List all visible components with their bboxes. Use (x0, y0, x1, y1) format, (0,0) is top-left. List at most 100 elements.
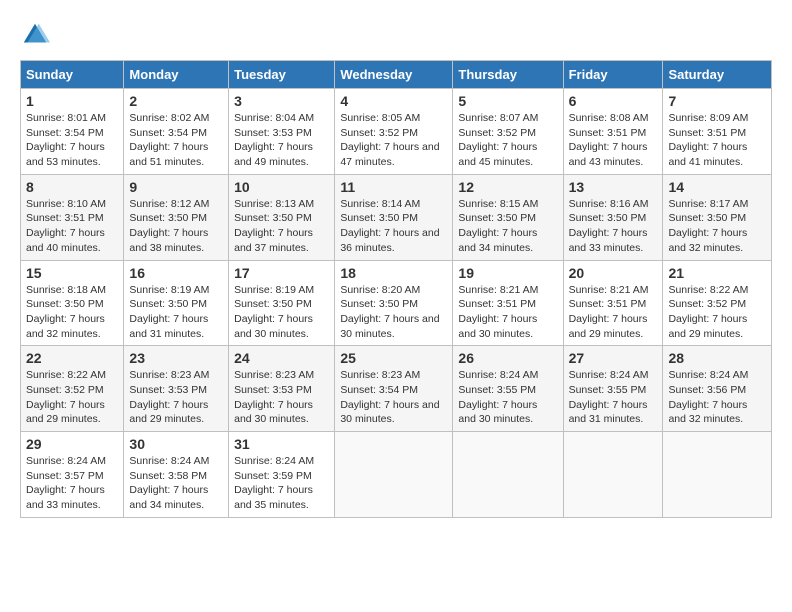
day-number: 25 (340, 350, 447, 366)
day-info: Sunrise: 8:24 AMSunset: 3:57 PMDaylight:… (26, 455, 106, 511)
calendar-cell: 1 Sunrise: 8:01 AMSunset: 3:54 PMDayligh… (21, 89, 124, 175)
calendar-cell: 24 Sunrise: 8:23 AMSunset: 3:53 PMDaylig… (229, 346, 335, 432)
calendar-cell: 6 Sunrise: 8:08 AMSunset: 3:51 PMDayligh… (563, 89, 663, 175)
day-number: 12 (458, 179, 557, 195)
day-number: 28 (668, 350, 766, 366)
day-info: Sunrise: 8:09 AMSunset: 3:51 PMDaylight:… (668, 112, 748, 168)
calendar-cell: 21 Sunrise: 8:22 AMSunset: 3:52 PMDaylig… (663, 260, 772, 346)
day-number: 22 (26, 350, 118, 366)
calendar-cell: 18 Sunrise: 8:20 AMSunset: 3:50 PMDaylig… (335, 260, 453, 346)
calendar-cell: 30 Sunrise: 8:24 AMSunset: 3:58 PMDaylig… (124, 432, 229, 518)
day-info: Sunrise: 8:21 AMSunset: 3:51 PMDaylight:… (458, 284, 538, 340)
day-info: Sunrise: 8:19 AMSunset: 3:50 PMDaylight:… (234, 284, 314, 340)
day-info: Sunrise: 8:02 AMSunset: 3:54 PMDaylight:… (129, 112, 209, 168)
day-info: Sunrise: 8:24 AMSunset: 3:56 PMDaylight:… (668, 369, 748, 425)
calendar-cell: 7 Sunrise: 8:09 AMSunset: 3:51 PMDayligh… (663, 89, 772, 175)
day-info: Sunrise: 8:23 AMSunset: 3:53 PMDaylight:… (234, 369, 314, 425)
day-number: 18 (340, 265, 447, 281)
calendar-cell: 15 Sunrise: 8:18 AMSunset: 3:50 PMDaylig… (21, 260, 124, 346)
day-info: Sunrise: 8:22 AMSunset: 3:52 PMDaylight:… (26, 369, 106, 425)
day-info: Sunrise: 8:15 AMSunset: 3:50 PMDaylight:… (458, 198, 538, 254)
day-info: Sunrise: 8:20 AMSunset: 3:50 PMDaylight:… (340, 284, 439, 340)
header-wednesday: Wednesday (335, 61, 453, 89)
day-number: 16 (129, 265, 223, 281)
calendar-week-2: 8 Sunrise: 8:10 AMSunset: 3:51 PMDayligh… (21, 174, 772, 260)
calendar-cell: 2 Sunrise: 8:02 AMSunset: 3:54 PMDayligh… (124, 89, 229, 175)
day-number: 1 (26, 93, 118, 109)
calendar-cell (663, 432, 772, 518)
calendar-cell: 13 Sunrise: 8:16 AMSunset: 3:50 PMDaylig… (563, 174, 663, 260)
day-info: Sunrise: 8:12 AMSunset: 3:50 PMDaylight:… (129, 198, 209, 254)
day-number: 20 (569, 265, 658, 281)
day-number: 6 (569, 93, 658, 109)
calendar-cell: 31 Sunrise: 8:24 AMSunset: 3:59 PMDaylig… (229, 432, 335, 518)
header-saturday: Saturday (663, 61, 772, 89)
calendar-cell (453, 432, 563, 518)
calendar-cell: 11 Sunrise: 8:14 AMSunset: 3:50 PMDaylig… (335, 174, 453, 260)
calendar-cell: 29 Sunrise: 8:24 AMSunset: 3:57 PMDaylig… (21, 432, 124, 518)
day-number: 2 (129, 93, 223, 109)
day-info: Sunrise: 8:01 AMSunset: 3:54 PMDaylight:… (26, 112, 106, 168)
header-thursday: Thursday (453, 61, 563, 89)
calendar-cell: 25 Sunrise: 8:23 AMSunset: 3:54 PMDaylig… (335, 346, 453, 432)
day-info: Sunrise: 8:23 AMSunset: 3:54 PMDaylight:… (340, 369, 439, 425)
day-number: 4 (340, 93, 447, 109)
day-info: Sunrise: 8:10 AMSunset: 3:51 PMDaylight:… (26, 198, 106, 254)
calendar-cell: 4 Sunrise: 8:05 AMSunset: 3:52 PMDayligh… (335, 89, 453, 175)
day-info: Sunrise: 8:17 AMSunset: 3:50 PMDaylight:… (668, 198, 748, 254)
calendar-header-row: SundayMondayTuesdayWednesdayThursdayFrid… (21, 61, 772, 89)
day-info: Sunrise: 8:24 AMSunset: 3:59 PMDaylight:… (234, 455, 314, 511)
day-number: 9 (129, 179, 223, 195)
page-header (20, 20, 772, 50)
day-info: Sunrise: 8:18 AMSunset: 3:50 PMDaylight:… (26, 284, 106, 340)
day-number: 13 (569, 179, 658, 195)
calendar-cell: 3 Sunrise: 8:04 AMSunset: 3:53 PMDayligh… (229, 89, 335, 175)
calendar-cell: 12 Sunrise: 8:15 AMSunset: 3:50 PMDaylig… (453, 174, 563, 260)
header-monday: Monday (124, 61, 229, 89)
day-number: 17 (234, 265, 329, 281)
day-number: 14 (668, 179, 766, 195)
logo-icon (20, 20, 50, 50)
calendar-cell: 9 Sunrise: 8:12 AMSunset: 3:50 PMDayligh… (124, 174, 229, 260)
day-info: Sunrise: 8:07 AMSunset: 3:52 PMDaylight:… (458, 112, 538, 168)
calendar-table: SundayMondayTuesdayWednesdayThursdayFrid… (20, 60, 772, 518)
calendar-cell: 20 Sunrise: 8:21 AMSunset: 3:51 PMDaylig… (563, 260, 663, 346)
day-number: 26 (458, 350, 557, 366)
day-number: 19 (458, 265, 557, 281)
calendar-cell: 27 Sunrise: 8:24 AMSunset: 3:55 PMDaylig… (563, 346, 663, 432)
day-info: Sunrise: 8:22 AMSunset: 3:52 PMDaylight:… (668, 284, 748, 340)
day-info: Sunrise: 8:19 AMSunset: 3:50 PMDaylight:… (129, 284, 209, 340)
calendar-cell: 17 Sunrise: 8:19 AMSunset: 3:50 PMDaylig… (229, 260, 335, 346)
day-number: 23 (129, 350, 223, 366)
day-info: Sunrise: 8:04 AMSunset: 3:53 PMDaylight:… (234, 112, 314, 168)
calendar-cell (335, 432, 453, 518)
day-number: 3 (234, 93, 329, 109)
calendar-week-5: 29 Sunrise: 8:24 AMSunset: 3:57 PMDaylig… (21, 432, 772, 518)
calendar-week-1: 1 Sunrise: 8:01 AMSunset: 3:54 PMDayligh… (21, 89, 772, 175)
calendar-cell: 8 Sunrise: 8:10 AMSunset: 3:51 PMDayligh… (21, 174, 124, 260)
day-number: 5 (458, 93, 557, 109)
day-number: 30 (129, 436, 223, 452)
day-number: 31 (234, 436, 329, 452)
day-number: 10 (234, 179, 329, 195)
calendar-cell (563, 432, 663, 518)
calendar-cell: 14 Sunrise: 8:17 AMSunset: 3:50 PMDaylig… (663, 174, 772, 260)
logo (20, 20, 54, 50)
calendar-cell: 16 Sunrise: 8:19 AMSunset: 3:50 PMDaylig… (124, 260, 229, 346)
day-number: 11 (340, 179, 447, 195)
header-sunday: Sunday (21, 61, 124, 89)
calendar-cell: 22 Sunrise: 8:22 AMSunset: 3:52 PMDaylig… (21, 346, 124, 432)
day-info: Sunrise: 8:14 AMSunset: 3:50 PMDaylight:… (340, 198, 439, 254)
calendar-cell: 28 Sunrise: 8:24 AMSunset: 3:56 PMDaylig… (663, 346, 772, 432)
day-info: Sunrise: 8:23 AMSunset: 3:53 PMDaylight:… (129, 369, 209, 425)
calendar-cell: 23 Sunrise: 8:23 AMSunset: 3:53 PMDaylig… (124, 346, 229, 432)
day-number: 27 (569, 350, 658, 366)
calendar-cell: 10 Sunrise: 8:13 AMSunset: 3:50 PMDaylig… (229, 174, 335, 260)
day-number: 15 (26, 265, 118, 281)
day-info: Sunrise: 8:21 AMSunset: 3:51 PMDaylight:… (569, 284, 649, 340)
day-number: 24 (234, 350, 329, 366)
day-info: Sunrise: 8:08 AMSunset: 3:51 PMDaylight:… (569, 112, 649, 168)
day-number: 29 (26, 436, 118, 452)
day-number: 21 (668, 265, 766, 281)
day-info: Sunrise: 8:13 AMSunset: 3:50 PMDaylight:… (234, 198, 314, 254)
